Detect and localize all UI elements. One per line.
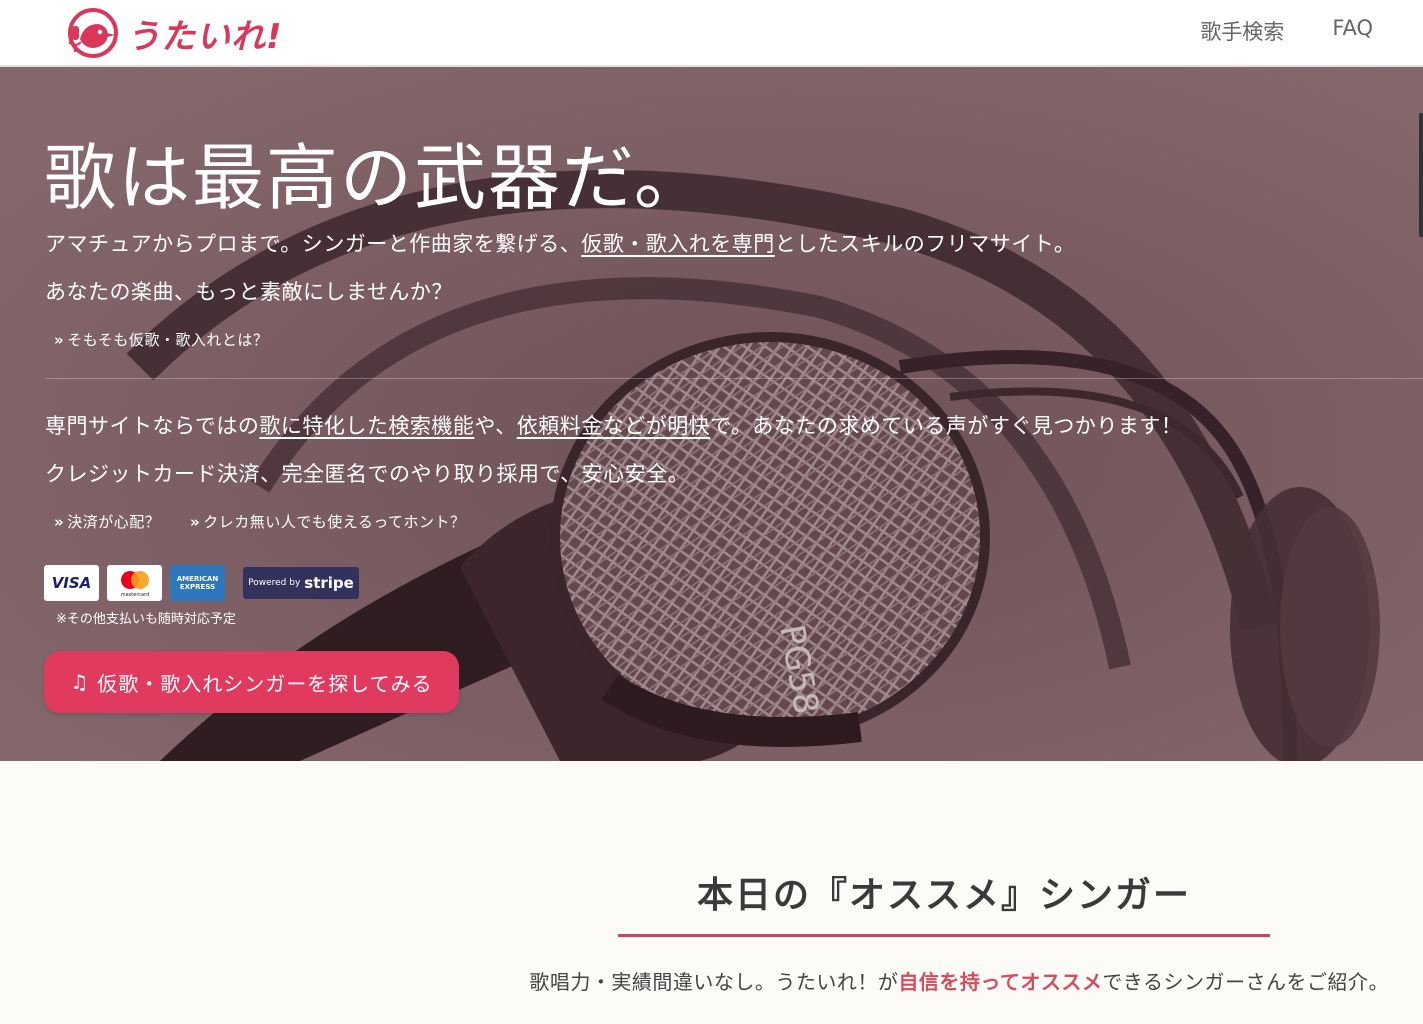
hero-section: PG58 歌は最高の武器だ。 アマチュアからプロまで。シンガーと作曲家を繋げる、…: [0, 67, 1423, 761]
hero-divider: [45, 378, 1423, 379]
payment-worry-link[interactable]: » 決済が心配？: [54, 511, 160, 532]
vocal-search-link[interactable]: 歌に特化した検索機能: [259, 414, 474, 438]
recommend-sub-a: 歌唱力・実績間違いなし。うたいれ！が: [529, 970, 899, 994]
hero-question-line: あなたの楽曲、もっと素敵にしませんか？: [45, 280, 453, 304]
nav-faq[interactable]: FAQ: [1332, 16, 1373, 46]
logo[interactable]: うたいれ!: [66, 4, 283, 62]
payment-worry-label: 決済が心配？: [67, 513, 161, 531]
hero-intro-a: アマチュアからプロまで。シンガーと作曲家を繋げる、: [45, 232, 582, 256]
what-is-karauta-label: そもそも仮歌・歌入れとは？: [67, 331, 269, 349]
hero-intro-line: アマチュアからプロまで。シンガーと作曲家を繋げる、仮歌・歌入れを専門としたスキル…: [45, 228, 1075, 258]
payment-card-logos: VISA mastercard AMERICAN EXPRESS Powered …: [44, 565, 359, 601]
hero-safety-line: クレジットカード決済、完全匿名でのやり取り採用で、安心安全。: [45, 462, 690, 486]
logo-text: うたいれ!: [126, 16, 283, 57]
recommend-sub-b: できるシンガーさんをご紹介。: [1102, 970, 1389, 994]
find-singer-label: 仮歌・歌入れシンガーを探してみる: [97, 671, 433, 696]
other-payments-note: ※その他支払いも随時対応予定: [56, 612, 236, 627]
karauta-specialty-link[interactable]: 仮歌・歌入れを専門: [581, 232, 775, 256]
recommend-subtitle: 歌唱力・実績間違いなし。うたいれ！が自信を持ってオススメできるシンガーさんをご紹…: [529, 966, 1389, 995]
no-credit-card-link[interactable]: » クレカ無い人でも使えるってホント？: [190, 511, 466, 532]
stripe-prefix: Powered by: [248, 578, 301, 588]
mastercard-logo-icon: mastercard: [107, 565, 162, 601]
find-singer-button[interactable]: ♫ 仮歌・歌入れシンガーを探してみる: [44, 651, 459, 713]
stripe-brand: stripe: [304, 574, 354, 592]
no-credit-card-label: クレカ無い人でも使えるってホント？: [203, 513, 466, 531]
chevron-right-icon: »: [54, 513, 65, 531]
site-header: うたいれ! 歌手検索 FAQ: [0, 0, 1423, 67]
hero-intro-b: としたスキルのフリマサイト。: [774, 232, 1076, 256]
side-tab-handle[interactable]: [1419, 113, 1423, 237]
music-note-icon: ♫: [70, 670, 90, 694]
nav-singer-search[interactable]: 歌手検索: [1200, 16, 1284, 46]
mastercard-circles-icon: mastercard: [120, 571, 149, 598]
amex-top: AMERICAN: [176, 575, 219, 583]
powered-by-stripe-badge: Powered by stripe: [243, 567, 359, 599]
recommend-sub-emphasis: 自信を持ってオススメ: [898, 970, 1103, 994]
chevron-right-icon: »: [54, 331, 65, 349]
amex-logo-icon: AMERICAN EXPRESS: [170, 565, 225, 601]
feature-c: で。あなたの求めている声がすぐ見つかります！: [710, 414, 1183, 438]
what-is-karauta-link[interactable]: » そもそも仮歌・歌入れとは？: [54, 329, 268, 350]
main-nav: 歌手検索 FAQ: [1200, 16, 1373, 46]
amex-bottom: EXPRESS: [179, 583, 216, 591]
bird-mic-logo-icon: [68, 8, 118, 58]
mastercard-label: mastercard: [120, 592, 148, 598]
visa-logo-icon: VISA: [44, 565, 99, 601]
hero-content: 歌は最高の武器だ。 アマチュアからプロまで。シンガーと作曲家を繋げる、仮歌・歌入…: [0, 67, 1423, 761]
section-title-underline: [618, 934, 1270, 937]
hero-title: 歌は最高の武器だ。: [44, 136, 708, 220]
feature-a: 専門サイトならではの: [45, 414, 260, 438]
clear-pricing-link[interactable]: 依頼料金などが明快: [517, 414, 711, 438]
chevron-right-icon: »: [190, 513, 201, 531]
hero-feature-line: 専門サイトならではの歌に特化した検索機能や、依頼料金などが明快で。あなたの求めて…: [45, 410, 1182, 440]
recommend-section-title: 本日の『オススメ』シンガー: [696, 875, 1191, 916]
feature-b: や、: [474, 414, 517, 438]
